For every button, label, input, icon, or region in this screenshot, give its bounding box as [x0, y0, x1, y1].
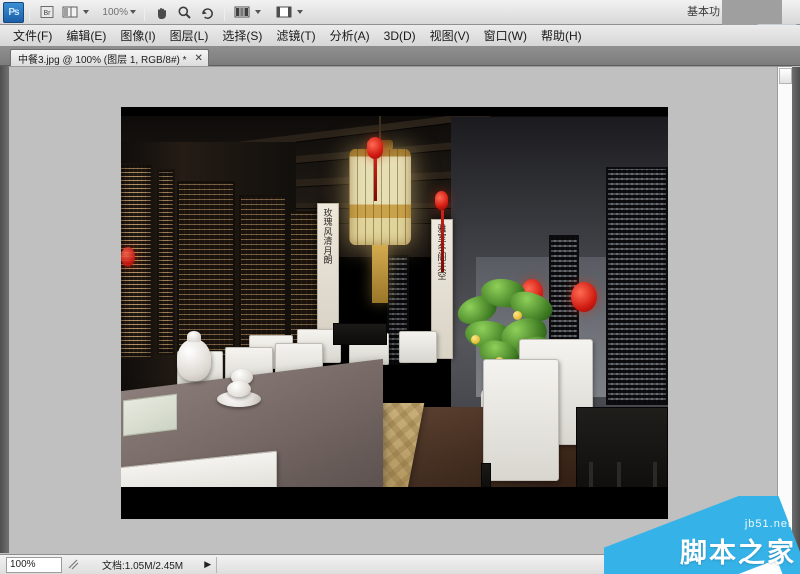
background-chair-4: [399, 331, 437, 363]
resize-grip-glyph: [68, 559, 79, 570]
document-tab-strip: 中餐3.jpg @ 100% (图层 1, RGB/8#) * ✕: [0, 47, 800, 66]
status-zoom-value: 100%: [10, 559, 36, 570]
lattice-window-4: [239, 195, 287, 357]
menu-view[interactable]: 视图(V): [423, 26, 477, 46]
document-tab[interactable]: 中餐3.jpg @ 100% (图层 1, RGB/8#) * ✕: [10, 49, 209, 66]
view-extras-glyph: [62, 5, 78, 19]
menu-help[interactable]: 帮助(H): [534, 26, 589, 46]
window-right-edge: [792, 67, 800, 554]
lattice-window-3: [177, 181, 235, 357]
menu-select[interactable]: 选择(S): [215, 26, 269, 46]
screen-mode-glyph: [276, 5, 292, 19]
lattice-window-2: [157, 169, 175, 355]
photoshop-window: Ps Br 100%: [0, 0, 800, 574]
menu-window[interactable]: 窗口(W): [477, 26, 534, 46]
workspace-overlay: [722, 0, 782, 25]
menu-image[interactable]: 图像(I): [113, 26, 162, 46]
photoshop-logo-icon[interactable]: Ps: [3, 2, 24, 23]
status-bar: 100% 文档:1.05M/2.45M ▶: [0, 554, 800, 574]
tree-fruit-1: [471, 335, 480, 344]
vertical-scrollbar[interactable]: [777, 67, 792, 554]
window-left-edge: [0, 66, 8, 553]
hand-glyph: [154, 5, 169, 20]
toolbar-divider-2: [144, 3, 145, 21]
menu-file[interactable]: 文件(F): [6, 26, 59, 46]
document-window: 玫 瑰 风 清 月 朗 雅 室 冬 阁 天 空: [8, 66, 792, 553]
tissue-box: [123, 394, 177, 437]
screen-mode-icon[interactable]: [273, 2, 294, 22]
toolbar-divider-3: [224, 3, 225, 21]
calligraphy-scroll-left: 玫 瑰 风 清 月 朗: [317, 203, 339, 333]
arrange-glyph: [234, 5, 250, 19]
teapot-lid: [187, 331, 201, 342]
view-extras-icon[interactable]: [59, 2, 80, 22]
lattice-screen-right: [606, 167, 668, 405]
red-lantern-4: [571, 282, 597, 312]
screen-mode-caret-icon[interactable]: [297, 10, 303, 14]
scroll2-char-6: 空: [437, 273, 446, 282]
status-expand-arrow-icon[interactable]: ▶: [201, 558, 214, 572]
pendant-lantern: [349, 149, 411, 245]
document-size-info: 文档:1.05M/2.45M: [102, 557, 183, 572]
hand-tool-icon[interactable]: [151, 2, 172, 22]
arrange-documents-icon[interactable]: [231, 2, 252, 22]
toolbar-divider-1: [29, 3, 30, 21]
menu-edit[interactable]: 编辑(E): [59, 26, 113, 46]
canvas-area[interactable]: 玫 瑰 风 清 月 朗 雅 室 冬 阁 天 空: [9, 67, 778, 554]
bridge-glyph: Br: [40, 5, 54, 19]
armchair-right-front: [483, 359, 559, 481]
red-lantern-2: [435, 191, 448, 210]
red-lantern-5: [121, 247, 135, 267]
vertical-scrollbar-thumb[interactable]: [779, 68, 792, 84]
red-lantern-tassel-2: [441, 210, 444, 272]
menu-bar: 文件(F) 编辑(E) 图像(I) 图层(L) 选择(S) 滤镜(T) 分析(A…: [0, 25, 800, 47]
red-lantern-top: [367, 137, 383, 159]
image-canvas[interactable]: 玫 瑰 风 清 月 朗 雅 室 冬 阁 天 空: [121, 107, 668, 519]
zoom-level-combo[interactable]: 100%: [95, 3, 139, 21]
bridge-icon[interactable]: Br: [36, 2, 57, 22]
scroll-char-6: 朗: [323, 257, 332, 266]
tree-fruit-2: [513, 311, 522, 320]
lantern-tail: [372, 245, 388, 303]
close-icon[interactable]: ✕: [195, 53, 203, 64]
red-lantern-tassel-1: [374, 159, 377, 201]
application-bar: Ps Br 100%: [0, 0, 800, 25]
resize-grip-icon[interactable]: [66, 557, 80, 573]
menu-3d[interactable]: 3D(D): [377, 26, 423, 46]
menu-layer[interactable]: 图层(L): [163, 26, 216, 46]
rotate-view-tool-icon[interactable]: [197, 2, 218, 22]
arrange-caret-icon[interactable]: [255, 10, 261, 14]
menu-filter[interactable]: 滤镜(T): [269, 26, 322, 46]
zoom-tool-icon[interactable]: [174, 2, 195, 22]
menu-analysis[interactable]: 分析(A): [323, 26, 377, 46]
workspace-switcher[interactable]: 基本功: [683, 4, 724, 21]
teacup-2: [227, 381, 251, 397]
image-bottom-band: [121, 487, 668, 519]
document-tab-title: 中餐3.jpg @ 100% (图层 1, RGB/8#) *: [18, 51, 187, 66]
teapot: [177, 339, 211, 381]
rotate-view-glyph: [200, 5, 215, 20]
zoom-level-caret-icon[interactable]: [130, 10, 136, 14]
magnifier-glyph: [177, 5, 192, 20]
lantern-stripes: [349, 149, 411, 245]
view-extras-caret-icon[interactable]: [83, 10, 89, 14]
svg-text:Br: Br: [43, 10, 51, 17]
zoom-level-value: 100%: [98, 7, 128, 18]
image-top-band: [121, 107, 668, 116]
status-bar-filler: [216, 557, 800, 573]
status-zoom-field[interactable]: 100%: [6, 557, 62, 573]
background-table-dark: [333, 323, 387, 345]
